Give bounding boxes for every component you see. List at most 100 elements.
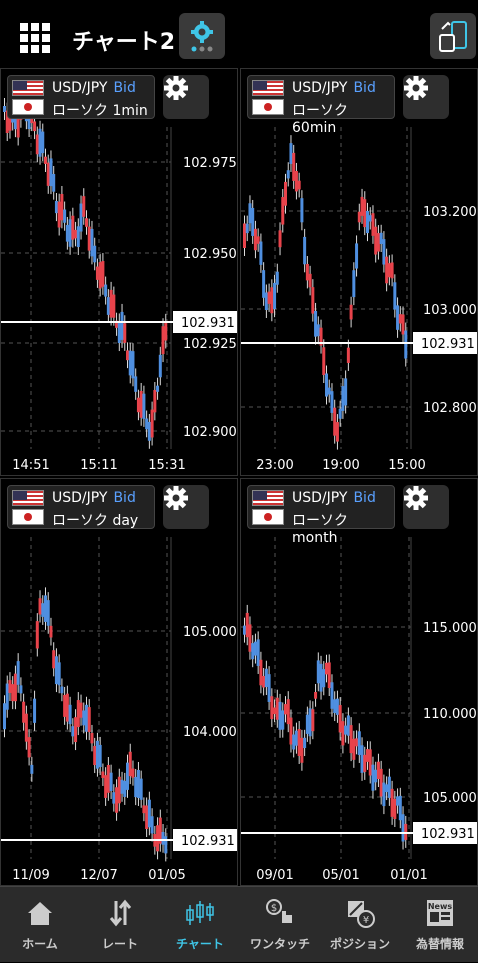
candle-body: [22, 701, 26, 723]
candle-body: [289, 717, 293, 745]
candle-body: [30, 764, 34, 774]
symbol-selector[interactable]: USD/JPY Bid ローソク 60min: [247, 75, 395, 136]
rate-arrows-icon: [109, 899, 132, 927]
candle-body: [87, 707, 91, 733]
candle-body: [338, 705, 342, 733]
price-tick-label: 102.975: [183, 156, 237, 171]
candle-body: [366, 210, 369, 234]
candle-body: [401, 814, 405, 842]
candle-body: [333, 407, 337, 436]
gear-icon: [164, 76, 188, 100]
candle-body: [76, 226, 80, 248]
us-flag-icon: [12, 80, 44, 96]
symbol-selector[interactable]: USD/JPY Bid ローソク 1min: [7, 75, 155, 119]
candle-body: [390, 262, 394, 279]
us-flag-icon: [252, 80, 284, 96]
price-tick-label: 103.000: [423, 303, 477, 318]
candle-body: [161, 831, 165, 845]
candle-body: [79, 702, 83, 718]
candle-body: [297, 729, 301, 756]
price-tick-label: 110.000: [423, 707, 477, 722]
candle-body: [35, 134, 39, 155]
candle-body: [330, 682, 334, 709]
candle-body: [57, 201, 61, 228]
candle-body: [52, 173, 56, 192]
candle-body: [248, 624, 252, 652]
candle-body: [117, 321, 121, 344]
candle-body: [360, 196, 364, 216]
candle-body: [60, 686, 64, 694]
menu-grid-icon[interactable]: [20, 23, 50, 53]
candle-body: [82, 710, 86, 726]
candle-body: [136, 769, 140, 798]
symbol-selector[interactable]: USD/JPY Bid ローソク day: [7, 485, 155, 529]
candle-body: [355, 738, 359, 747]
candle-body: [382, 239, 386, 265]
jp-flag-icon: [252, 509, 284, 525]
time-tick-label: 12/07: [80, 868, 117, 883]
candle-body: [371, 213, 375, 236]
layout-switch-icon: [439, 21, 467, 52]
tab-chart[interactable]: チャート: [160, 887, 240, 963]
jp-flag-icon: [252, 99, 284, 115]
current-price-label: 102.931: [181, 834, 235, 849]
tab-label: ホーム: [22, 937, 58, 951]
candle-body: [393, 798, 397, 819]
candle-body: [275, 271, 279, 285]
symbol-selector[interactable]: USD/JPY Bid ローソク month: [247, 485, 395, 546]
panel-settings-button[interactable]: [403, 75, 449, 119]
candle-body: [398, 314, 402, 324]
tab-position[interactable]: ¥ ポジション: [320, 887, 400, 963]
candle-body: [35, 621, 39, 649]
candle-body: [341, 386, 345, 411]
panel-settings-button[interactable]: [403, 485, 449, 529]
panel-settings-button[interactable]: [163, 485, 209, 529]
tab-one-touch[interactable]: $ ワンタッチ: [240, 887, 320, 963]
candle-body: [147, 421, 151, 441]
candle-body: [54, 200, 58, 214]
candle-body: [120, 311, 124, 340]
candle-body: [98, 744, 102, 768]
candle-body: [316, 660, 320, 684]
candle-body: [363, 754, 367, 772]
candle-body: [11, 684, 15, 702]
candle-body: [54, 656, 58, 685]
candle-body: [109, 289, 113, 318]
price-tick-label: 115.000: [423, 621, 477, 636]
chart-panel[interactable]: 102.931 105.000 104.000 11/09 12/07 01/05 USD…: [0, 478, 238, 886]
currency-pair: USD/JPY: [52, 80, 108, 96]
candle-body: [131, 351, 135, 379]
tab-fx-news[interactable]: News 為替情報: [400, 887, 478, 963]
chart-panel[interactable]: 102.931 103.200 103.000 102.800 23:00 19:00 15…: [240, 68, 478, 476]
candle-body: [322, 347, 326, 376]
candle-body: [396, 305, 400, 330]
price-tick-label: 102.900: [183, 425, 237, 440]
price-tick-label: 105.000: [423, 791, 477, 806]
candle-body: [305, 714, 309, 734]
candle-body: [253, 228, 257, 251]
candle-body: [368, 215, 372, 222]
candle-body: [385, 784, 389, 793]
candle-body: [363, 199, 367, 228]
candle-body: [396, 796, 400, 806]
tab-rate[interactable]: レート: [80, 887, 160, 963]
tab-home[interactable]: ホーム: [0, 887, 80, 963]
candle-body: [164, 321, 168, 341]
candle-body: [44, 595, 47, 622]
candle-body: [145, 805, 149, 830]
candle-body: [245, 223, 249, 234]
chart-panel[interactable]: 102.931 115.000 110.000 105.000 09/01 05/01 01…: [240, 478, 478, 886]
chart-panel[interactable]: 102.931 102.975 102.950 102.925 102.900 14:51…: [0, 68, 238, 476]
price-tick-label: 104.000: [183, 725, 237, 740]
candle-body: [65, 224, 69, 242]
chart-settings-button[interactable]: [179, 13, 225, 59]
candle-body: [123, 780, 127, 797]
candle-body: [270, 287, 274, 314]
candle-body: [106, 297, 110, 315]
candle-body: [253, 641, 257, 656]
layout-switch-button[interactable]: [430, 13, 476, 59]
panel-settings-button[interactable]: [163, 75, 209, 119]
bottom-tab-bar: ホーム レート チャート $ ワンタッチ ¥ ポジション News 為替情報: [0, 886, 478, 962]
candle-body: [286, 170, 290, 179]
candle-body: [398, 795, 402, 821]
